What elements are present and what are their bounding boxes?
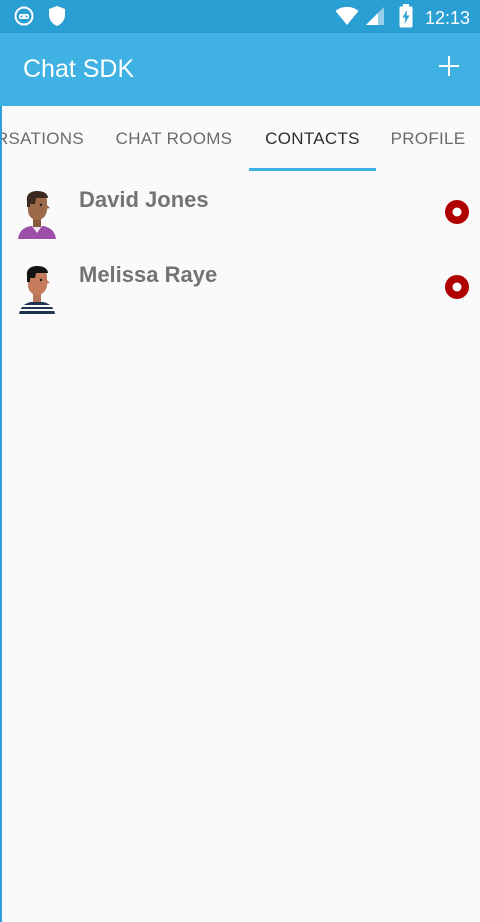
screen: 12:13 Chat SDK RSATIONS CHAT ROOMS CONTA…	[0, 0, 480, 922]
contact-row-david-jones[interactable]: David Jones	[0, 183, 480, 257]
plus-icon	[438, 55, 460, 82]
tab-label: PROFILE	[390, 129, 466, 148]
avatar	[16, 264, 58, 314]
tab-profile[interactable]: PROFILE	[386, 106, 470, 172]
status-bar: 12:13	[0, 0, 480, 33]
tab-label: RSATIONS	[0, 129, 84, 148]
signal-icon	[365, 6, 385, 31]
app-title: Chat SDK	[23, 55, 135, 83]
contact-row-melissa-raye[interactable]: Melissa Raye	[0, 258, 480, 332]
avatar	[16, 189, 58, 239]
game-controller-icon	[14, 6, 34, 31]
add-button[interactable]	[432, 51, 466, 85]
battery-charging-icon	[399, 4, 413, 33]
offline-status-icon	[444, 199, 470, 225]
contact-name: David Jones	[79, 187, 209, 212]
tab-label: CONTACTS	[265, 129, 360, 148]
status-right-icons: 12:13	[335, 4, 470, 33]
shield-icon	[48, 5, 66, 32]
status-time: 12:13	[424, 8, 470, 28]
drawer-edge	[0, 106, 2, 922]
tab-label: CHAT ROOMS	[115, 129, 233, 148]
status-left-icons	[14, 5, 66, 32]
app-bar: Chat SDK	[0, 33, 480, 106]
tab-chat-rooms[interactable]: CHAT ROOMS	[104, 106, 244, 172]
tab-conversations[interactable]: RSATIONS	[0, 106, 84, 172]
tab-indicator	[249, 168, 376, 171]
offline-status-icon	[444, 274, 470, 300]
tab-contacts[interactable]: CONTACTS	[249, 106, 376, 172]
wifi-icon	[335, 6, 359, 31]
tab-bar: RSATIONS CHAT ROOMS CONTACTS PROFILE	[0, 106, 480, 172]
contact-name: Melissa Raye	[79, 262, 218, 287]
